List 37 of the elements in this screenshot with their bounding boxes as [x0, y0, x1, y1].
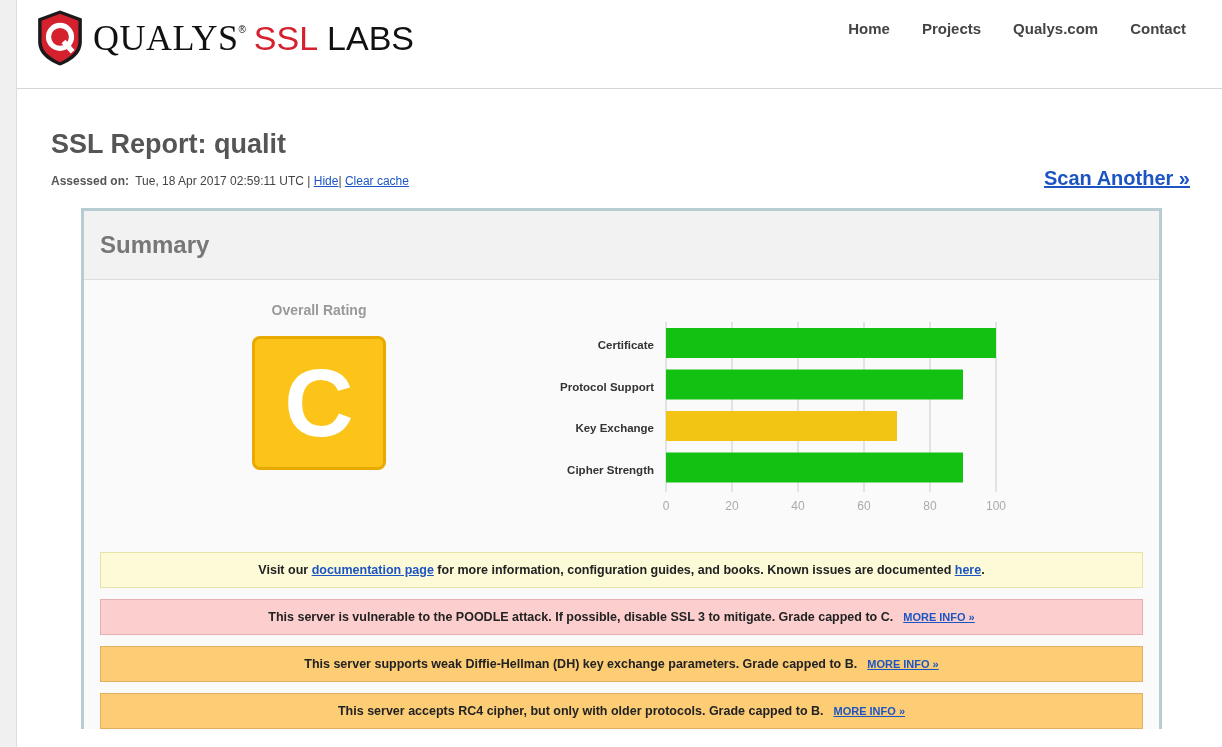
category-label: Cipher Strength	[567, 463, 654, 476]
grade-badge: C	[252, 336, 386, 470]
axis-tick-label: 80	[923, 499, 937, 513]
category-label: Protocol Support	[560, 380, 654, 393]
summary-title: Summary	[100, 231, 210, 259]
text-link[interactable]: Clear cache	[344, 174, 409, 188]
shield-logo-icon	[37, 8, 83, 68]
more-info-link[interactable]: MORE INFO »	[867, 658, 939, 670]
scan-another-link[interactable]: Scan Another »	[1044, 167, 1190, 190]
notice-text: This server supports weak Diffie-Hellman (DH) key exchange parameters. Grade capped to B.	[304, 657, 858, 671]
separator: |	[307, 174, 311, 188]
axis-tick-label: 20	[725, 499, 739, 513]
logo-text: QUALYS	[93, 17, 239, 59]
separator: |	[338, 174, 342, 188]
overall-rating-label: Overall Rating	[271, 302, 367, 318]
logo-text: LABS	[327, 18, 414, 58]
more-info-link[interactable]: MORE INFO »	[833, 705, 905, 717]
more-info-link[interactable]: MORE INFO »	[903, 611, 975, 623]
notice-text: This server is vulnerable to the POODLE attack. If possible, disable SSL 3 to mitigate. Grade capped to C.	[268, 610, 894, 624]
axis-tick-label: 100	[986, 499, 1006, 513]
category-label: Certificate	[597, 339, 654, 351]
assessed-label: Assessed on:	[51, 174, 130, 188]
nav-link[interactable]: Projects	[921, 20, 982, 40]
axis-tick-label: 40	[791, 499, 805, 513]
axis-tick-label: 60	[857, 499, 871, 513]
nav-link[interactable]: Contact	[1130, 20, 1186, 40]
notice-text: This server accepts RC4 cipher, but only with older protocols. Grade capped to B.	[337, 704, 824, 718]
category-label: Key Exchange	[575, 422, 654, 434]
axis-tick-label: 0	[662, 499, 670, 513]
logo-text: SSL	[253, 18, 319, 58]
text-link[interactable]: documentation page	[311, 563, 434, 577]
registered-mark: ®	[238, 23, 246, 35]
nav-link[interactable]: Home	[848, 20, 890, 40]
report-title: SSL Report: qualit	[51, 129, 287, 160]
notice-text: Visit our documentation page for more information, configuration guides, and books. Known issues are documented here.	[258, 563, 985, 577]
assessed-date: Tue, 18 Apr 2017 02:59:11 UTC	[135, 174, 304, 188]
nav-link[interactable]: Qualys.com	[1013, 20, 1099, 40]
